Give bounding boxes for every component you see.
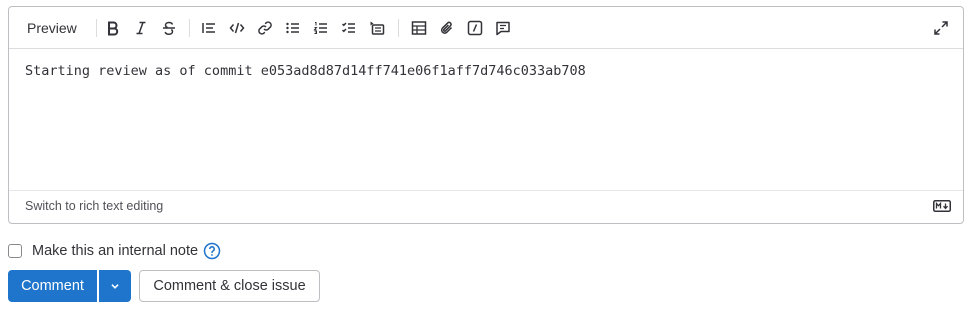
attachment-icon [440,21,453,34]
slash-command-button[interactable] [463,16,487,40]
italic-button[interactable] [129,16,153,40]
comment-options-dropdown[interactable] [99,270,131,302]
comment-and-close-button[interactable]: Comment & close issue [139,270,320,302]
switch-rich-text-link[interactable]: Switch to rich text editing [25,199,163,213]
internal-note-row: Make this an internal note [8,241,221,261]
code-icon [229,22,245,34]
task-list-button[interactable] [337,16,361,40]
comment-textarea[interactable]: Starting review as of commit e053ad8d87d… [25,62,947,182]
comment-template-button[interactable] [491,16,515,40]
fullscreen-button[interactable] [929,16,953,40]
toolbar-divider [96,19,97,37]
link-icon [258,21,272,35]
bold-button[interactable] [101,16,125,40]
quote-button[interactable] [197,16,221,40]
comment-editor: Preview Starting review as of commit e05… [8,6,964,224]
comment-icon [496,21,510,36]
table-icon [411,21,427,35]
chevron-down-icon [111,284,119,289]
editor-toolbar: Preview [9,7,963,49]
attachment-button[interactable] [435,16,459,40]
italic-icon [136,21,146,35]
internal-note-label[interactable]: Make this an internal note [32,243,198,259]
numbered-list-icon [313,22,327,34]
strikethrough-button[interactable] [157,16,181,40]
comment-button[interactable]: Comment [8,270,97,302]
collapsible-section-icon [370,21,385,35]
numbered-list-button[interactable] [309,16,333,40]
toolbar-divider [189,19,190,37]
help-icon[interactable] [203,242,221,260]
quote-icon [202,23,215,33]
strikethrough-icon [163,21,175,36]
slash-command-icon [467,20,483,36]
bold-icon [108,21,119,36]
link-button[interactable] [253,16,277,40]
bullet-list-button[interactable] [281,16,305,40]
bullet-list-icon [286,22,299,34]
internal-note-checkbox[interactable] [8,244,22,258]
expand-icon [934,21,948,35]
code-button[interactable] [225,16,249,40]
preview-button[interactable]: Preview [19,15,85,41]
collapsible-section-button[interactable] [365,16,389,40]
editor-footer: Switch to rich text editing [9,190,963,223]
task-list-icon [341,22,355,33]
table-button[interactable] [407,16,431,40]
markdown-icon [933,200,951,212]
toolbar-divider [398,19,399,37]
